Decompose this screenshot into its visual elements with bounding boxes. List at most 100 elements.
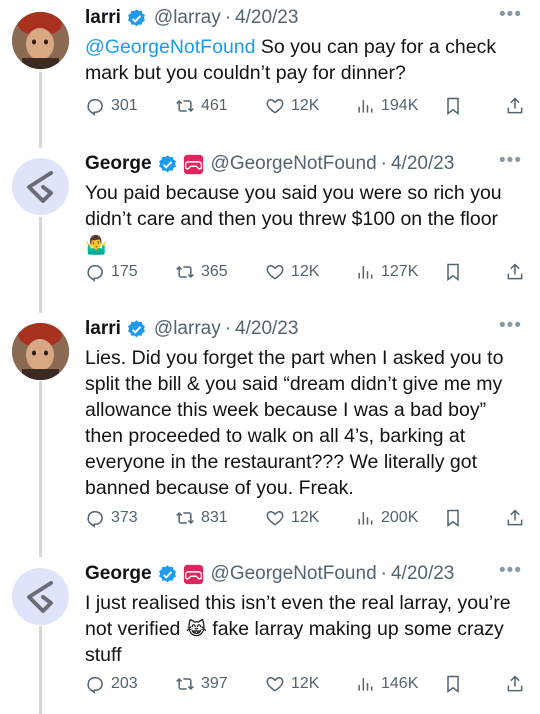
- views-button[interactable]: 127K: [355, 262, 418, 282]
- handle[interactable]: @GeorgeNotFound: [211, 153, 377, 175]
- share-icon: [507, 675, 523, 692]
- gamepad-badge-icon[interactable]: [183, 154, 204, 175]
- separator: ·: [224, 7, 232, 28]
- handle[interactable]: @GeorgeNotFound: [211, 563, 377, 585]
- view-count: 127K: [381, 263, 419, 280]
- bookmark-icon: [447, 97, 459, 115]
- bookmark-button[interactable]: [443, 674, 469, 694]
- display-name[interactable]: larri: [85, 7, 121, 29]
- more-dots-icon[interactable]: •••: [499, 150, 522, 172]
- tweet-text-content: You paid because you said you were so ri…: [85, 182, 502, 230]
- views-icon: [358, 678, 373, 691]
- thread-line: [39, 626, 42, 714]
- reply-count: 301: [111, 97, 138, 114]
- thread-line: [39, 72, 42, 148]
- handle[interactable]: @larray: [154, 318, 221, 340]
- separator: ·: [380, 153, 387, 174]
- tweet-text: You paid because you said you were so ri…: [85, 180, 522, 258]
- reply-count: 203: [111, 675, 138, 692]
- retweet-button[interactable]: 365: [175, 262, 228, 282]
- tweet-header: larri @larray · 4/20/23: [85, 315, 522, 343]
- like-count: 12K: [291, 509, 320, 526]
- reply-button[interactable]: 175: [85, 262, 138, 282]
- bookmark-button[interactable]: [443, 262, 469, 282]
- crying-cat-emoji: 😹: [185, 619, 207, 639]
- view-count: 194K: [381, 97, 419, 114]
- avatar[interactable]: [12, 568, 69, 625]
- display-name[interactable]: George: [85, 153, 152, 175]
- reply-icon: [87, 99, 103, 116]
- views-button[interactable]: 194K: [355, 96, 418, 116]
- like-button[interactable]: 12K: [265, 508, 319, 528]
- views-icon: [358, 512, 373, 525]
- view-count: 200K: [381, 509, 419, 526]
- action-bar: 301 461 12K 194K: [85, 96, 540, 120]
- verified-badge-icon[interactable]: [126, 319, 147, 340]
- thread-line: [39, 217, 42, 313]
- views-icon: [358, 266, 373, 279]
- retweet-button[interactable]: 461: [175, 96, 228, 116]
- gamepad-badge-icon[interactable]: [183, 564, 204, 585]
- retweet-icon: [176, 265, 194, 279]
- like-button[interactable]: 12K: [265, 674, 319, 694]
- action-bar: 175 365 12K 127K: [85, 262, 540, 286]
- bookmark-icon: [447, 263, 459, 281]
- share-button[interactable]: [505, 508, 531, 528]
- george-logo-icon: [26, 170, 53, 203]
- display-name[interactable]: George: [85, 563, 152, 585]
- tweet-header: George @GeorgeNotFound · 4/20/23: [85, 150, 522, 178]
- share-button[interactable]: [505, 674, 531, 694]
- heart-icon: [266, 264, 284, 280]
- share-icon: [507, 97, 523, 114]
- avatar[interactable]: [12, 323, 69, 380]
- mention-link[interactable]: @GeorgeNotFound: [85, 36, 255, 58]
- handle[interactable]: @larray: [154, 7, 221, 29]
- retweet-count: 397: [201, 675, 228, 692]
- views-icon: [358, 100, 373, 113]
- reply-button[interactable]: 203: [85, 674, 138, 694]
- verified-badge-icon[interactable]: [126, 8, 147, 29]
- tweet-header: George @GeorgeNotFound · 4/20/23: [85, 560, 522, 588]
- avatar[interactable]: [12, 12, 69, 69]
- view-count: 146K: [381, 675, 419, 692]
- retweet-button[interactable]: 397: [175, 674, 228, 694]
- retweet-icon: [176, 677, 194, 691]
- more-dots-icon[interactable]: •••: [499, 560, 522, 582]
- tweet-date[interactable]: 4/20/23: [235, 318, 298, 340]
- reply-icon: [87, 677, 103, 694]
- share-button[interactable]: [505, 96, 531, 116]
- reply-button[interactable]: 301: [85, 96, 138, 116]
- bookmark-button[interactable]: [443, 96, 469, 116]
- share-icon: [507, 263, 523, 280]
- more-dots-icon[interactable]: •••: [499, 4, 522, 26]
- like-button[interactable]: 12K: [265, 96, 319, 116]
- thread-line: [39, 381, 42, 557]
- shrug-emoji: 🤷‍♂️: [85, 235, 108, 255]
- views-button[interactable]: 200K: [355, 508, 418, 528]
- tweet-thread: larri @larray · 4/20/23 ••• @GeorgeNotFo…: [0, 0, 540, 714]
- verified-badge-icon[interactable]: [157, 154, 178, 175]
- retweet-count: 365: [201, 263, 228, 280]
- tweet-date[interactable]: 4/20/23: [391, 153, 454, 175]
- views-button[interactable]: 146K: [355, 674, 418, 694]
- more-dots-icon[interactable]: •••: [499, 315, 522, 337]
- reply-count: 175: [111, 263, 138, 280]
- tweet-date[interactable]: 4/20/23: [391, 563, 454, 585]
- heart-icon: [266, 98, 284, 114]
- retweet-count: 461: [201, 97, 228, 114]
- tweet-date[interactable]: 4/20/23: [235, 7, 298, 29]
- tweet-text: Lies. Did you forget the part when I ask…: [85, 347, 504, 499]
- reply-button[interactable]: 373: [85, 508, 138, 528]
- share-button[interactable]: [505, 262, 531, 282]
- reply-icon: [87, 265, 103, 282]
- like-count: 12K: [291, 675, 320, 692]
- bookmark-icon: [447, 509, 459, 527]
- avatar[interactable]: [12, 158, 69, 215]
- display-name[interactable]: larri: [85, 318, 121, 340]
- like-count: 12K: [291, 97, 320, 114]
- bookmark-button[interactable]: [443, 508, 469, 528]
- reply-icon: [87, 511, 103, 528]
- verified-badge-icon[interactable]: [157, 564, 178, 585]
- like-button[interactable]: 12K: [265, 262, 319, 282]
- retweet-button[interactable]: 831: [175, 508, 228, 528]
